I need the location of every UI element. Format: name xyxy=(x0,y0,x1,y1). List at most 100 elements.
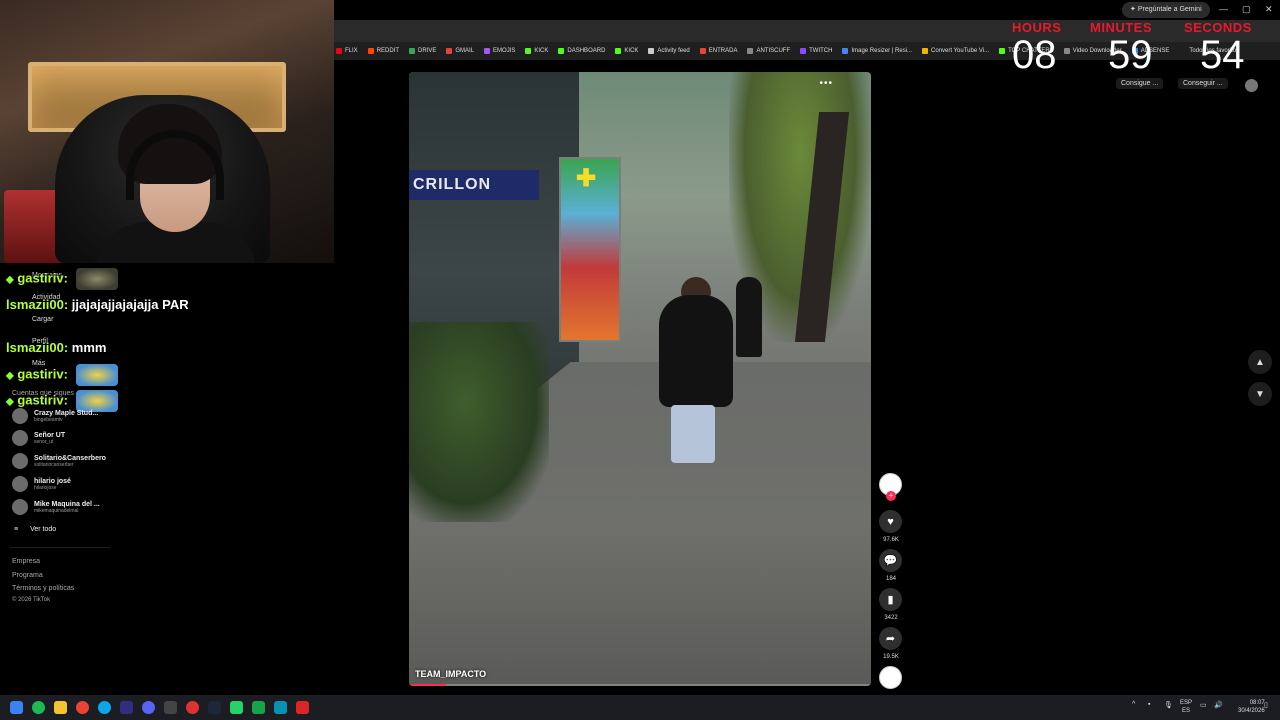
get-coins-button[interactable]: Consigue ... xyxy=(1116,78,1164,89)
speaker-icon[interactable]: 🔊 xyxy=(1214,701,1223,709)
bookmark-label: REDDIT xyxy=(376,48,400,54)
language-indicator[interactable]: ESP ES xyxy=(1180,699,1192,715)
bookmark-label: KICK xyxy=(624,48,639,54)
pedestrian-legs xyxy=(671,405,715,463)
app-icon[interactable] xyxy=(164,701,177,714)
followed-account[interactable]: Mike Maquina del ... mikemaquinadelmal xyxy=(12,499,100,515)
microphone-icon[interactable]: 🎙 xyxy=(1164,701,1173,709)
followed-account[interactable]: Solitario&Canserbero solitariocanserber xyxy=(12,453,106,469)
bookmark-favicon-icon xyxy=(800,48,807,54)
bookmark-item[interactable]: Convert YouTube Vi... xyxy=(922,48,989,54)
video-progress-bar[interactable] xyxy=(409,684,871,686)
menu-upload[interactable]: Cargar xyxy=(32,316,53,323)
badge-icon: ◆ xyxy=(6,396,14,408)
bookmark-item[interactable]: KICK xyxy=(615,48,638,54)
bookmark-item[interactable]: FLIX xyxy=(336,48,358,54)
countdown-hours: HOURS 08 xyxy=(1012,20,1061,75)
bookmark-label: ANTISCUFF xyxy=(756,48,791,54)
pharmacy-cross-icon: ✚ xyxy=(576,165,597,192)
calendar-icon[interactable] xyxy=(296,701,309,714)
bookmark-favicon-icon xyxy=(409,48,416,54)
more-options-icon[interactable]: ••• xyxy=(819,78,833,89)
footer-company[interactable]: Empresa xyxy=(12,558,40,565)
footer-program[interactable]: Programa xyxy=(12,572,43,579)
bookmark-favicon-icon xyxy=(922,48,929,54)
get-app-button[interactable]: Conseguir ... xyxy=(1178,78,1228,89)
network-icon[interactable]: ▭ xyxy=(1200,701,1207,709)
video-author[interactable]: TEAM_IMPACTO xyxy=(415,669,486,679)
bookmark-item[interactable]: KICK xyxy=(525,48,548,54)
avatar xyxy=(12,476,28,492)
account-name: Señor UT xyxy=(34,431,66,439)
countdown-minutes: MINUTES 59 xyxy=(1090,20,1153,75)
notifications-icon[interactable]: ▯ xyxy=(1264,701,1268,709)
maximize-icon[interactable]: ▢ xyxy=(1242,4,1251,15)
bookmark-item[interactable]: EMOJIS xyxy=(484,48,515,54)
bookmark-item[interactable]: REDDIT xyxy=(367,48,400,54)
bookmark-label: Convert YouTube Vi... xyxy=(931,48,990,54)
webcam-overlay xyxy=(0,0,334,263)
profile-avatar[interactable] xyxy=(1245,79,1258,92)
video-planters xyxy=(409,322,549,522)
bookmark-item[interactable]: DASHBOARD xyxy=(558,48,605,54)
share-count: 19.5K xyxy=(883,654,899,660)
capcut-icon[interactable] xyxy=(274,701,287,714)
bookmark-item[interactable]: ANTISCUFF xyxy=(747,48,790,54)
share-icon[interactable]: ➦ xyxy=(879,627,902,650)
list-icon: ≡ xyxy=(14,526,19,533)
bookmark-item[interactable]: DRIVE xyxy=(409,48,436,54)
bookmark-icon[interactable]: ▮ xyxy=(879,588,902,611)
chat-message: lsmazii00: mmm xyxy=(6,340,106,355)
notes-icon[interactable] xyxy=(252,701,265,714)
video-player[interactable]: CRILLON ✚ ••• TEAM_IMPACTO xyxy=(409,72,871,686)
like-icon[interactable]: ♥ xyxy=(879,510,902,533)
bookmark-label: GMAIL xyxy=(455,48,475,54)
spotify-icon[interactable] xyxy=(32,701,45,714)
video-distant-pedestrian xyxy=(736,277,762,357)
followed-account[interactable]: Señor UT senor_ut xyxy=(12,430,65,446)
badge-icon: ◆ xyxy=(6,370,14,382)
keyboard-layout: ES xyxy=(1182,708,1191,714)
gemini-button[interactable]: ✦ Pregúntale a Gemini xyxy=(1122,2,1210,18)
bookmark-item[interactable]: GMAIL xyxy=(446,48,474,54)
comment-count: 184 xyxy=(885,576,896,582)
comment-icon[interactable]: 💬 xyxy=(879,549,902,572)
previous-video-button[interactable]: ▲ xyxy=(1248,350,1272,374)
discord-icon[interactable] xyxy=(142,701,155,714)
chat-username: lsmazii00: xyxy=(6,340,69,355)
bookmark-item[interactable]: TWITCH xyxy=(800,48,832,54)
pedestrian-coat xyxy=(659,295,733,407)
bookmark-favicon-icon xyxy=(446,48,453,54)
music-disc-icon[interactable] xyxy=(879,666,902,689)
footer-copyright: © 2026 TikTok xyxy=(12,597,51,603)
bookmark-item[interactable]: ENTRADA xyxy=(699,48,737,54)
system-clock[interactable]: 08:07 30/4/2026 xyxy=(1238,699,1265,715)
chat-username: lsmazii00: xyxy=(6,297,69,312)
tray-app-icon[interactable]: ▪ xyxy=(1148,701,1150,708)
file-explorer-icon[interactable] xyxy=(54,701,67,714)
tray-chevron-icon[interactable]: ^ xyxy=(1132,701,1135,708)
seconds-value: 54 xyxy=(1200,33,1245,77)
minimize-icon[interactable]: — xyxy=(1219,4,1228,14)
windows-start-icon[interactable] xyxy=(10,701,23,714)
next-video-button[interactable]: ▼ xyxy=(1248,382,1272,406)
see-all-button[interactable]: ≡ Ver todo xyxy=(14,526,56,533)
premiere-icon[interactable] xyxy=(120,701,133,714)
followed-account[interactable]: hilario josé hilariojose xyxy=(12,476,71,492)
follow-plus-icon[interactable]: + xyxy=(886,491,896,501)
obs-icon[interactable] xyxy=(186,701,199,714)
whatsapp-icon[interactable] xyxy=(230,701,243,714)
bookmark-label: KICK xyxy=(534,48,549,54)
bookmark-favicon-icon xyxy=(615,48,622,54)
bookmark-favicon-icon xyxy=(367,48,374,54)
followed-account[interactable]: Crazy Maple Stud... bingebeamtv xyxy=(12,408,98,424)
chrome-icon[interactable] xyxy=(76,701,89,714)
footer-terms[interactable]: Términos y políticas xyxy=(12,585,74,592)
edge-icon[interactable] xyxy=(98,701,111,714)
close-icon[interactable]: ✕ xyxy=(1265,4,1273,15)
bookmark-item[interactable]: Activity feed xyxy=(648,48,690,54)
video-progress-fill xyxy=(409,684,446,686)
account-name: Solitario&Canserbero xyxy=(34,454,106,462)
bookmark-item[interactable]: Image Resizer | Resi... xyxy=(842,48,912,54)
steam-icon[interactable] xyxy=(208,701,221,714)
